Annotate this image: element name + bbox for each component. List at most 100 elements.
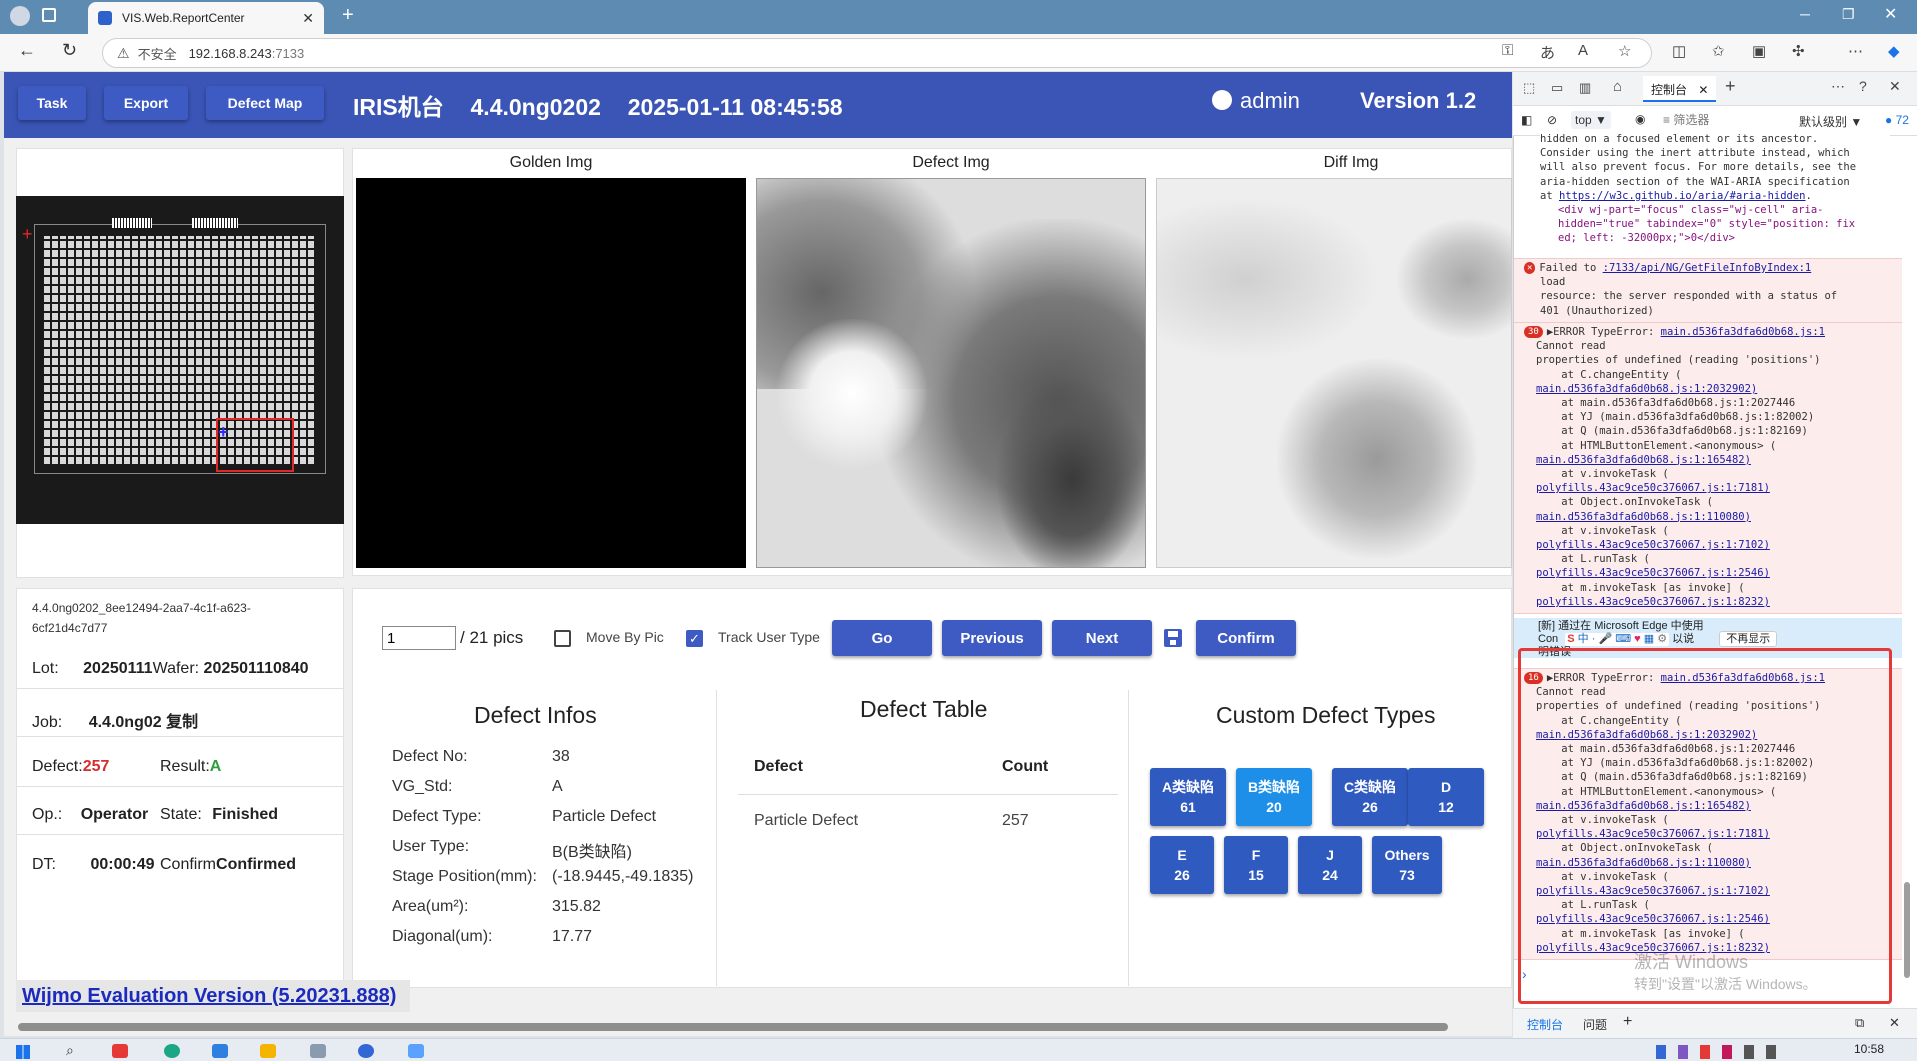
issues-badge[interactable]: ● 72 [1885,113,1909,127]
system-tray[interactable] [1656,1045,1836,1059]
count-column-header[interactable]: Count [1002,758,1048,776]
help-icon[interactable]: ? [1859,78,1867,94]
devtools-more-icon[interactable]: ⋯ [1831,78,1845,95]
split-screen-icon[interactable]: ◫ [1672,42,1686,60]
console-tab[interactable]: 控制台 ✕ [1643,76,1717,102]
move-by-pic-checkbox[interactable] [554,630,571,647]
window-close-icon[interactable]: ✕ [1884,4,1897,24]
sidebar-toggle-icon[interactable]: ▥ [1579,80,1591,96]
extensions-icon[interactable]: ✣ [1792,42,1805,60]
live-expression-icon[interactable]: ◉ [1635,112,1645,126]
device-icon[interactable]: ▭ [1551,80,1563,96]
wafer-map-image[interactable]: + + [16,196,344,524]
edge-dismiss-button[interactable]: 不再显示 [1719,631,1778,647]
error-source-link[interactable]: main.d536fa3dfa6d0b68.js:1 [1661,326,1825,338]
failed-resource-link[interactable]: :7133/api/NG/GetFileInfoByIndex:1 [1603,262,1812,274]
custom-type-button[interactable]: F 15 [1224,836,1288,894]
export-button[interactable]: Export [104,86,188,120]
drawer-tab-issues[interactable]: 问题 [1583,1016,1607,1033]
collections-icon[interactable]: ▣ [1752,42,1766,60]
read-aloud-icon[interactable]: A [1578,42,1588,59]
wijmo-evaluation-link[interactable]: Wijmo Evaluation Version (5.20231.888) [16,980,410,1012]
log-level-select[interactable]: 默认级别 ▼ [1799,113,1862,130]
stack-trace-line[interactable]: at main.d536fa3dfa6d0b68.js:1:2027446 [1524,396,1902,410]
favorites-icon[interactable]: ✩ [1712,42,1725,60]
custom-type-button[interactable]: C类缺陷 26 [1332,768,1408,826]
taskbar-app-edge-icon[interactable] [164,1044,180,1058]
track-user-type-checkbox[interactable]: ✓ [686,630,703,647]
stack-trace-line[interactable]: main.d536fa3dfa6d0b68.js:1:165482) [1524,453,1902,467]
drawer-dock-icon[interactable]: ⧉ [1855,1015,1864,1031]
horizontal-scrollbar[interactable] [4,1018,1512,1036]
add-tool-icon[interactable]: + [1725,76,1736,97]
welcome-home-icon[interactable]: ⌂ [1613,78,1622,95]
next-button[interactable]: Next [1052,620,1152,656]
taskbar-app-chrome-icon[interactable] [358,1044,374,1058]
stack-trace-line[interactable]: polyfills.43ac9ce50c376067.js:1:8232) [1524,595,1902,609]
taskbar-app-feishu-icon[interactable] [408,1044,424,1058]
drawer-add-icon[interactable]: + [1623,1013,1632,1031]
stack-trace-line[interactable]: at Q (main.d536fa3dfa6d0b68.js:1:82169) [1524,424,1902,438]
copilot-icon[interactable]: ◆ [1888,42,1900,60]
error-title[interactable]: ▶ERROR TypeError: [1547,326,1661,338]
taskbar-app-explorer-icon[interactable] [260,1044,276,1058]
tab-actions-icon[interactable] [42,8,56,22]
clear-console-icon[interactable]: ⊘ [1547,113,1557,127]
taskbar-clock[interactable]: 10:58 [1854,1042,1884,1056]
stack-trace-line[interactable]: main.d536fa3dfa6d0b68.js:1:110080) [1524,510,1902,524]
custom-type-button[interactable]: A类缺陷 61 [1150,768,1226,826]
stack-trace-line[interactable]: main.d536fa3dfa6d0b68.js:1:2032902) [1524,382,1902,396]
new-tab-icon[interactable]: + [342,4,354,27]
more-menu-icon[interactable]: ⋯ [1848,42,1863,60]
password-key-icon[interactable]: ⚿ [1502,42,1513,59]
taskbar-app-store-icon[interactable] [212,1044,228,1058]
table-cell-count[interactable]: 257 [1002,812,1029,830]
golden-image[interactable] [356,178,746,568]
console-tab-close-icon[interactable]: ✕ [1698,83,1708,97]
custom-type-button[interactable]: B类缺陷 20 [1236,768,1312,826]
custom-type-button[interactable]: Others 73 [1372,836,1442,894]
stack-trace-line[interactable]: at YJ (main.d536fa3dfa6d0b68.js:1:82002) [1524,410,1902,424]
refresh-icon[interactable]: ↻ [62,40,77,61]
search-icon[interactable]: ⌕ [66,1042,74,1059]
taskbar-app-generic-icon[interactable] [310,1044,326,1058]
page-number-input[interactable] [382,626,456,650]
close-tab-icon[interactable]: ✕ [302,10,314,27]
console-scrollbar[interactable] [1902,140,1912,1006]
ime-toolbar[interactable]: S 中 · 🎤 ⌨ ♥ ▦ ⚙ [1565,633,1670,646]
drawer-tab-console[interactable]: 控制台 [1527,1016,1563,1033]
edge-later-button[interactable]: 以说 [1672,633,1694,645]
defect-column-header[interactable]: Defect [754,758,803,776]
sidebar-icon[interactable]: ◧ [1521,113,1532,127]
custom-type-button[interactable]: D 12 [1408,768,1484,826]
context-select[interactable]: top ▼ [1571,111,1611,129]
drawer-close-icon[interactable]: ✕ [1889,1015,1900,1031]
window-minimize-icon[interactable]: ─ [1800,6,1810,22]
defect-map-button[interactable]: Defect Map [206,86,324,120]
profile-avatar[interactable] [10,6,30,26]
save-icon[interactable] [1164,629,1182,647]
url-field[interactable]: ⚠ 不安全 192.168.8.243:7133 [102,38,1652,68]
inspect-icon[interactable]: ⬚ [1523,80,1535,96]
confirm-button[interactable]: Confirm [1196,620,1296,656]
table-cell-defect[interactable]: Particle Defect [754,812,858,830]
custom-type-button[interactable]: E 26 [1150,836,1214,894]
defect-image[interactable] [756,178,1146,568]
task-button[interactable]: Task [18,86,86,120]
devtools-close-icon[interactable]: ✕ [1889,78,1901,95]
stack-trace-line[interactable]: polyfills.43ac9ce50c376067.js:1:7181) [1524,481,1902,495]
favorite-star-icon[interactable]: ☆ [1618,42,1631,60]
stack-trace-line[interactable]: polyfills.43ac9ce50c376067.js:1:2546) [1524,566,1902,580]
go-button[interactable]: Go [832,620,932,656]
previous-button[interactable]: Previous [942,620,1042,656]
window-restore-icon[interactable]: ❐ [1842,6,1855,23]
translate-icon[interactable]: あ [1540,42,1555,63]
taskbar-app-wps-icon[interactable] [112,1044,128,1058]
stack-trace-line[interactable]: polyfills.43ac9ce50c376067.js:1:7102) [1524,538,1902,552]
user-menu[interactable]: admin [1212,88,1300,114]
filter-input[interactable]: ≡ 筛选器 [1663,111,1773,128]
windows-start-icon[interactable] [16,1045,30,1059]
browser-tab[interactable]: VIS.Web.ReportCenter ✕ [88,2,324,34]
diff-image[interactable] [1156,178,1512,568]
back-arrow-icon[interactable]: ← [18,40,36,61]
